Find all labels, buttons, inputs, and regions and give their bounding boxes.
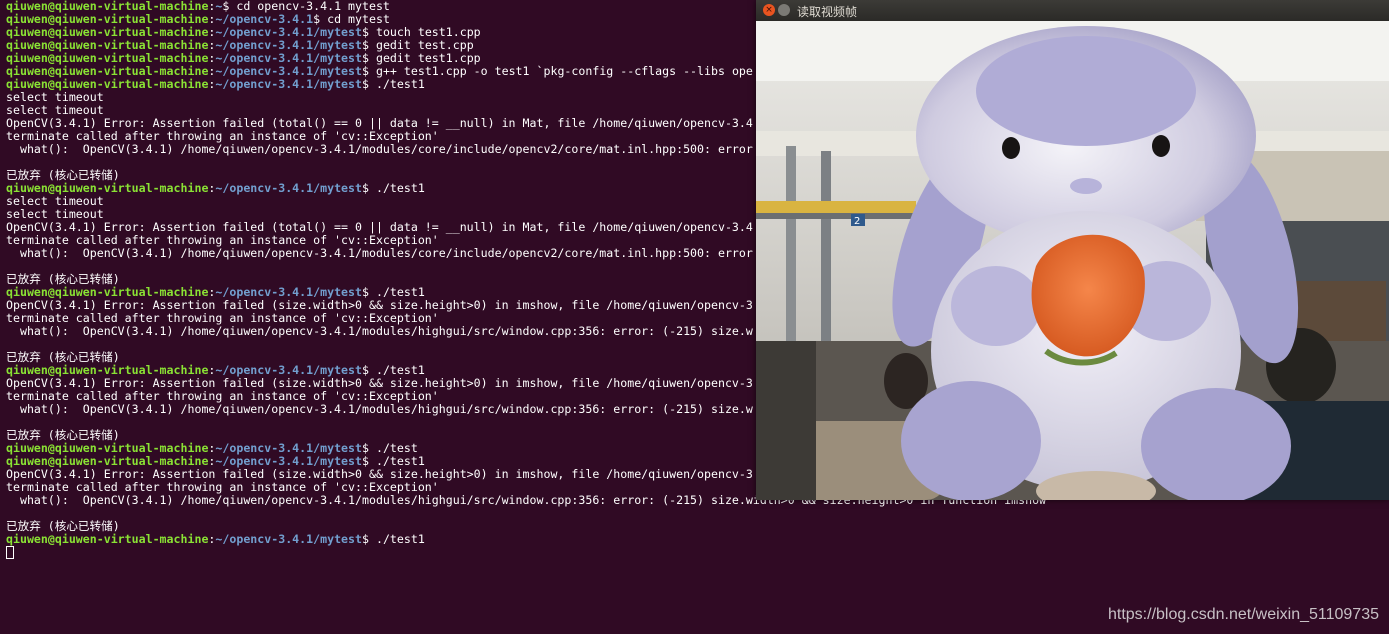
prompt-path: ~/opencv-3.4.1/mytest (215, 77, 362, 91)
prompt-user: qiuwen@qiuwen-virtual-machine (6, 51, 209, 65)
prompt-user: qiuwen@qiuwen-virtual-machine (6, 77, 209, 91)
prompt-line: qiuwen@qiuwen-virtual-machine:~/opencv-3… (6, 532, 425, 546)
video-frame-window[interactable]: × 读取视频帧 2 (756, 0, 1389, 500)
command-text: $ ./test1 (362, 454, 425, 468)
prompt-user: qiuwen@qiuwen-virtual-machine (6, 38, 209, 52)
command-text: $ g++ test1.cpp -o test1 `pkg-config --c… (362, 64, 753, 78)
prompt-user: qiuwen@qiuwen-virtual-machine (6, 532, 209, 546)
command-text: $ ./test1 (362, 532, 425, 546)
prompt-path: ~/opencv-3.4.1/mytest (215, 64, 362, 78)
close-icon[interactable]: × (763, 4, 775, 16)
svg-text:2: 2 (854, 216, 860, 227)
command-text: $ cd mytest (313, 12, 390, 26)
command-text: $ gedit test1.cpp (362, 51, 481, 65)
command-text: $ gedit test.cpp (362, 38, 474, 52)
prompt-path: ~/opencv-3.4.1/mytest (215, 532, 362, 546)
command-text: $ ./test1 (362, 285, 425, 299)
prompt-path: ~/opencv-3.4.1/mytest (215, 441, 362, 455)
window-title: 读取视频帧 (797, 5, 858, 19)
prompt-path: ~/opencv-3.4.1/mytest (215, 51, 362, 65)
prompt-user: qiuwen@qiuwen-virtual-machine (6, 181, 209, 195)
camera-image: 2 (756, 21, 1389, 500)
prompt-user: qiuwen@qiuwen-virtual-machine (6, 12, 209, 26)
prompt-user: qiuwen@qiuwen-virtual-machine (6, 25, 209, 39)
prompt-path: ~/opencv-3.4.1 (215, 12, 314, 26)
prompt-path: ~/opencv-3.4.1/mytest (215, 454, 362, 468)
terminal-cursor-line (6, 546, 1389, 559)
prompt-path: ~/opencv-3.4.1/mytest (215, 38, 362, 52)
prompt-user: qiuwen@qiuwen-virtual-machine (6, 285, 209, 299)
command-text: $ ./test (362, 441, 418, 455)
minimize-icon[interactable] (778, 4, 790, 16)
prompt-path: ~/opencv-3.4.1/mytest (215, 181, 362, 195)
prompt-path: ~/opencv-3.4.1/mytest (215, 363, 362, 377)
command-text: $ ./test1 (362, 363, 425, 377)
prompt-user: qiuwen@qiuwen-virtual-machine (6, 64, 209, 78)
command-text: $ touch test1.cpp (362, 25, 481, 39)
terminal-cursor[interactable] (6, 546, 14, 559)
prompt-user: qiuwen@qiuwen-virtual-machine (6, 441, 209, 455)
command-text: $ ./test1 (362, 77, 425, 91)
prompt-path: ~/opencv-3.4.1/mytest (215, 25, 362, 39)
command-text: $ ./test1 (362, 181, 425, 195)
window-titlebar[interactable]: × 读取视频帧 (756, 0, 1389, 21)
video-frame: 2 (756, 21, 1389, 500)
prompt-path: ~/opencv-3.4.1/mytest (215, 285, 362, 299)
prompt-user: qiuwen@qiuwen-virtual-machine (6, 454, 209, 468)
prompt-user: qiuwen@qiuwen-virtual-machine (6, 363, 209, 377)
watermark: https://blog.csdn.net/weixin_51109735 (1107, 606, 1379, 623)
